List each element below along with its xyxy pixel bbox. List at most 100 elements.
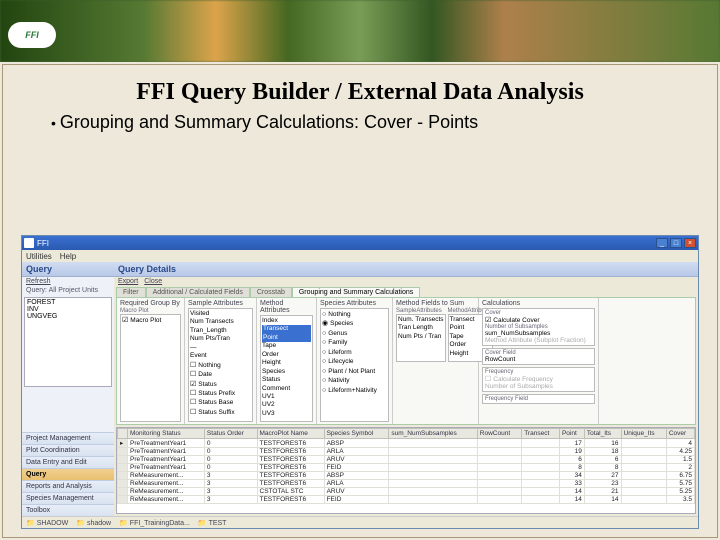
sampleattr-item[interactable]: Date [190, 370, 251, 379]
table-row[interactable]: PreTreatmentYear10TESTFOREST6ARLA19184.2… [118, 448, 695, 456]
speciesattr-radio[interactable]: Nothing [322, 310, 387, 319]
speciesattr-radio[interactable]: Lifecycle [322, 357, 387, 366]
col-header[interactable]: Cover [666, 429, 694, 439]
table-row[interactable]: ReMeasurement...3TESTFOREST6FEID14143.5 [118, 496, 695, 504]
methodattr-item[interactable]: Status [262, 376, 311, 384]
methodattr-item[interactable]: UV3 [262, 410, 311, 418]
sampleattr-item[interactable]: Status Base [190, 398, 251, 407]
ffi-logo: FFI [8, 22, 56, 48]
tab-additional-calculated-fields[interactable]: Additional / Calculated Fields [146, 287, 250, 297]
methodattr-item[interactable]: Tape [262, 342, 311, 350]
nav-plot-coordination[interactable]: Plot Coordination [22, 444, 114, 456]
sampleattr-item[interactable]: Status [190, 380, 251, 389]
status-item[interactable]: SHADOW [26, 519, 68, 527]
speciesattr-radio[interactable]: Lifeform+Nativity [322, 386, 387, 395]
methodattr-item[interactable]: Point [262, 334, 311, 342]
methodattr-header: Method Attributes [260, 300, 313, 314]
col-header[interactable]: MacroPlot Name [257, 429, 324, 439]
nav-project-management[interactable]: Project Management [22, 432, 114, 444]
speciesattr-radio[interactable]: Family [322, 338, 387, 347]
speciesattr-radio[interactable]: Lifeform [322, 348, 387, 357]
nav-reports-and-analysis[interactable]: Reports and Analysis [22, 480, 114, 492]
calc-freq-check[interactable]: Calculate Frequency [485, 375, 592, 383]
methodattr-item[interactable]: Order [262, 351, 311, 359]
col-header[interactable]: Transect [522, 429, 560, 439]
sampleattr-item[interactable]: Status Prefix [190, 389, 251, 398]
col-header[interactable]: Unique_Its [621, 429, 666, 439]
table-row[interactable]: ReMeasurement...3TESTFOREST6ARLA33235.75 [118, 480, 695, 488]
speciesattr-radio[interactable]: Plant / Not Plant [322, 367, 387, 376]
tree-item[interactable]: INV [26, 306, 110, 313]
slide-subtitle: •Grouping and Summary Calculations: Cove… [51, 112, 717, 133]
titlebar[interactable]: FFI _ □ × [22, 236, 698, 250]
methodattr-item[interactable]: UV2 [262, 401, 311, 409]
tree-item[interactable]: UNGVEG [26, 313, 110, 320]
num-subsamples-value[interactable]: sum_NumSubsamples [485, 330, 592, 337]
metrics-header: Method Fields to Sum [396, 300, 475, 307]
tab-grouping-and-summary-calculations[interactable]: Grouping and Summary Calculations [292, 287, 420, 297]
col-header[interactable]: Total_Its [584, 429, 621, 439]
menu-help[interactable]: Help [60, 252, 76, 261]
sampleattr-item[interactable]: Visited [190, 310, 251, 318]
sampleattr-item[interactable]: Status Suffix [190, 408, 251, 417]
nav-data-entry-and-edit[interactable]: Data Entry and Edit [22, 456, 114, 468]
results-grid[interactable]: Monitoring StatusStatus OrderMacroPlot N… [116, 427, 696, 514]
col-header[interactable]: Point [559, 429, 584, 439]
minimize-button[interactable]: _ [656, 238, 668, 248]
nav-query[interactable]: Query [22, 468, 114, 480]
status-item[interactable]: FFI_TrainingData... [119, 519, 190, 527]
menubar: Utilities Help [22, 250, 698, 262]
table-row[interactable]: PreTreatmentYear10TESTFOREST6ARUV661.5 [118, 456, 695, 464]
col-header[interactable]: RowCount [477, 429, 521, 439]
col-header[interactable]: Monitoring Status [128, 429, 205, 439]
methodattr-item[interactable]: Species [262, 368, 311, 376]
tree-item[interactable]: FOREST [26, 299, 110, 306]
col-header[interactable]: Species Symbol [324, 429, 389, 439]
app-icon [24, 238, 34, 248]
methodattr-item[interactable]: Transect [262, 325, 311, 333]
table-row[interactable]: PreTreatmentYear10TESTFOREST6FEID882 [118, 464, 695, 472]
window-title: FFI [37, 239, 49, 248]
methodattr-item[interactable]: Index [262, 317, 311, 325]
tab-crosstab[interactable]: Crosstab [250, 287, 292, 297]
metric-sample-item[interactable]: Tran Length [398, 324, 444, 332]
calc-cover-check[interactable]: Calculate Cover [485, 316, 592, 324]
close-link[interactable]: Close [144, 278, 162, 285]
table-row[interactable]: ReMeasurement...3CSTOTAL STCARUV14215.25 [118, 488, 695, 496]
speciesattr-header: Species Attributes [320, 300, 389, 307]
metric-sample-item[interactable]: Num Pts / Tran [398, 333, 444, 341]
methodattr-item[interactable]: Comment [262, 385, 311, 393]
speciesattr-radio[interactable]: Species [322, 319, 387, 328]
sampleattr-item[interactable]: Nothing [190, 361, 251, 370]
statusbar: SHADOW shadow FFI_TrainingData... TEST [22, 516, 698, 528]
speciesattr-radio[interactable]: Nativity [322, 376, 387, 385]
metric-sample-item[interactable]: Num. Transects [398, 316, 444, 324]
refresh-link[interactable]: Refresh [26, 278, 51, 285]
close-button[interactable]: × [684, 238, 696, 248]
sampleattr-item[interactable]: Num Pts/Tran [190, 335, 251, 343]
nav-toolbox[interactable]: Toolbox [22, 504, 114, 516]
table-row[interactable]: ▸PreTreatmentYear10TESTFOREST6ABSP17164 [118, 439, 695, 448]
groupby-macroplot[interactable]: Macro Plot [122, 316, 179, 325]
table-row[interactable]: ReMeasurement...3TESTFOREST6ABSP34276.75 [118, 472, 695, 480]
nav-species-management[interactable]: Species Management [22, 492, 114, 504]
export-link[interactable]: Export [118, 278, 138, 285]
col-header[interactable]: sum_NumSubsamples [389, 429, 477, 439]
details-header: Query Details [114, 262, 698, 277]
project-tree[interactable]: FOREST INV UNGVEG [24, 297, 112, 387]
maximize-button[interactable]: □ [670, 238, 682, 248]
sampleattr-item[interactable]: Num Transects [190, 318, 251, 326]
coverfield-value[interactable]: RowCount [485, 356, 592, 363]
query-panel-header: Query [22, 262, 114, 277]
menu-utilities[interactable]: Utilities [26, 252, 52, 261]
speciesattr-radio[interactable]: Genus [322, 329, 387, 338]
sampleattr-item[interactable]: — [190, 344, 251, 352]
col-header[interactable]: Status Order [204, 429, 257, 439]
tab-filter[interactable]: Filter [116, 287, 146, 297]
sampleattr-item[interactable]: Tran_Length [190, 327, 251, 335]
methodattr-item[interactable]: Height [262, 359, 311, 367]
status-item[interactable]: TEST [198, 519, 227, 527]
sampleattr-item[interactable]: Event [190, 352, 251, 360]
status-item[interactable]: shadow [76, 519, 111, 527]
methodattr-item[interactable]: UV1 [262, 393, 311, 401]
